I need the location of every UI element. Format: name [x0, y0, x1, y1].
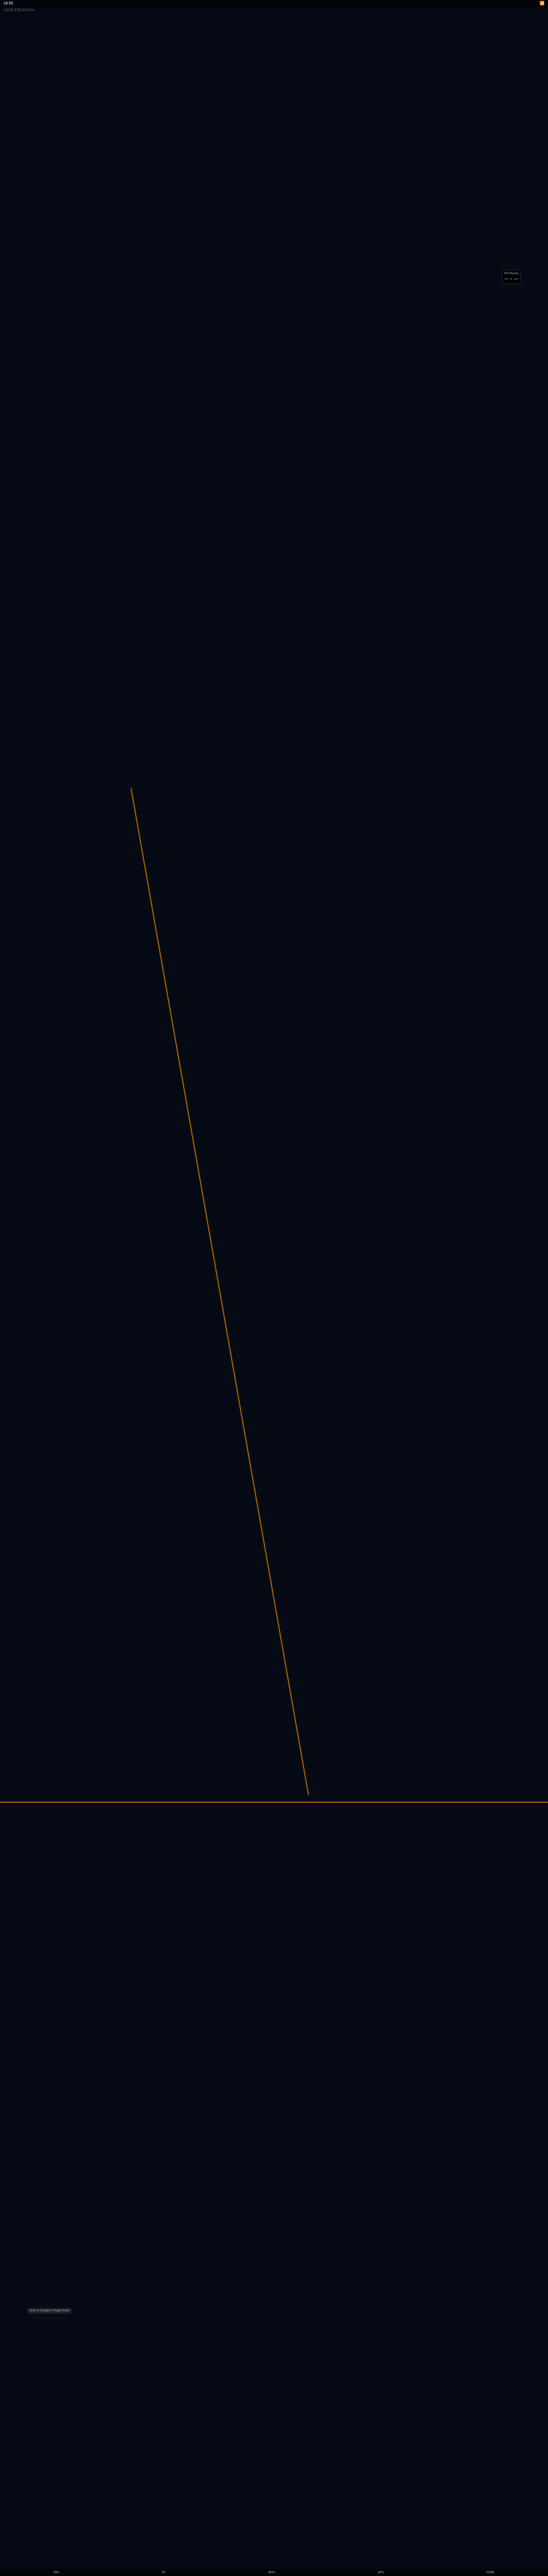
night-mode-section: Night Mode 18:55▶ 📶 20:08 A morning glor… [0, 305, 548, 399]
night-not-playing: 18:55📶 10/18 ETA 8.0 km Not Playing ⏮ ⏸ … [365, 370, 539, 371]
night-row-4: 18:55📶 📞 ♪ ▶ 💬 ♫ 🎙 📻 DIAL BT APPs APN H [9, 370, 539, 371]
